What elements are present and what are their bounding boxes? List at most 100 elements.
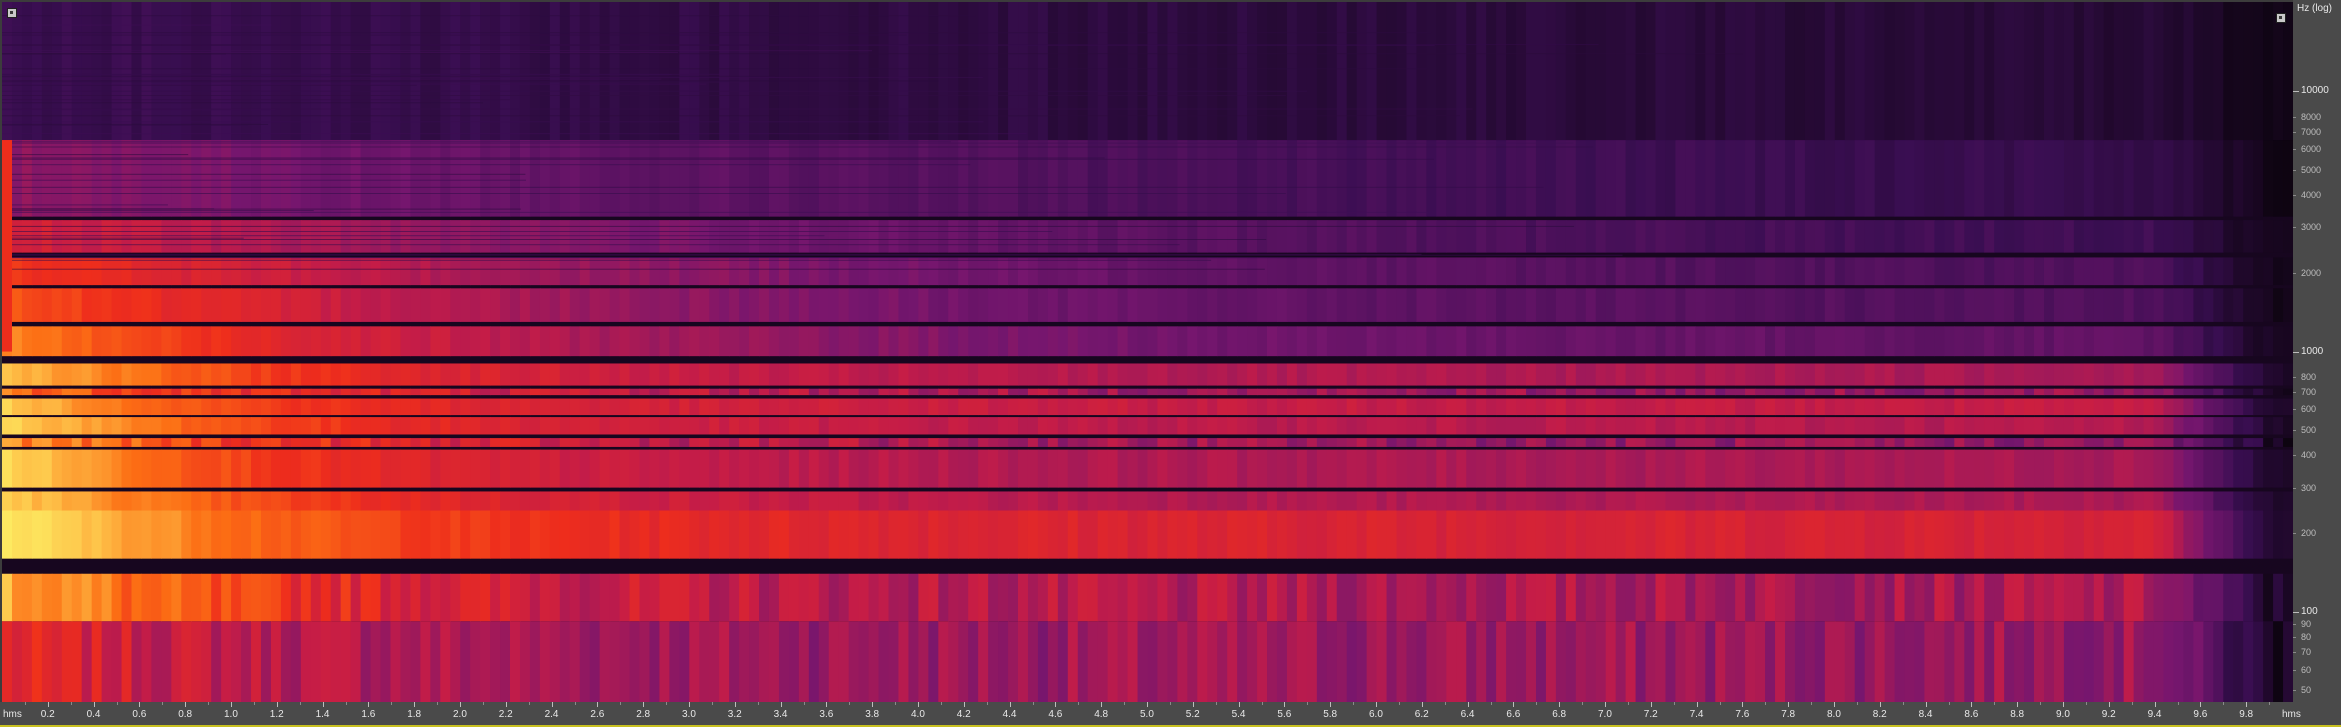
spectral-cell bbox=[1725, 510, 1736, 559]
spectral-cell bbox=[579, 220, 591, 253]
spectral-cell bbox=[2193, 326, 2204, 357]
spectral-cell bbox=[629, 257, 641, 286]
spectral-cell bbox=[549, 363, 561, 386]
spectral-cell bbox=[1087, 573, 1099, 622]
spectral-cell bbox=[1486, 398, 1497, 416]
spectral-cell bbox=[1197, 257, 1208, 286]
harmonic-streak bbox=[2, 125, 248, 126]
spectral-cell bbox=[908, 220, 919, 253]
spectral-cell bbox=[1964, 363, 1975, 386]
spectral-cell bbox=[2253, 417, 2264, 435]
top-right-corner-button[interactable] bbox=[2276, 13, 2286, 23]
spectral-cell bbox=[450, 573, 461, 622]
spectrogram-view[interactable] bbox=[2, 2, 2293, 702]
harmonic-streak bbox=[2, 254, 1623, 256]
spectral-cell bbox=[1127, 573, 1139, 622]
spectral-cell bbox=[1864, 573, 1876, 622]
spectral-cell bbox=[1177, 449, 1188, 488]
spectral-cell bbox=[1535, 140, 1547, 217]
spectral-cell bbox=[1137, 326, 1149, 357]
spectral-cell bbox=[1426, 438, 1437, 447]
spectral-cell bbox=[1087, 2, 1099, 141]
spectral-cell bbox=[2283, 363, 2293, 386]
spectral-cell bbox=[2133, 2, 2145, 141]
spectral-cell bbox=[529, 2, 541, 141]
spectral-cell bbox=[1665, 398, 1677, 416]
harmonic-streak bbox=[2, 83, 707, 85]
harmonic-streak bbox=[2, 231, 1053, 232]
spectral-cell bbox=[1735, 288, 1746, 322]
spectral-cell bbox=[1635, 257, 1647, 286]
spectral-cell bbox=[1416, 491, 1427, 511]
spectral-cell bbox=[1555, 288, 1567, 322]
spectral-cell bbox=[868, 438, 880, 447]
spectral-cell bbox=[928, 573, 939, 622]
spectral-cell bbox=[569, 438, 581, 447]
spectral-cell bbox=[1177, 510, 1188, 559]
spectral-cell bbox=[619, 510, 631, 559]
spectral-cell bbox=[91, 449, 103, 488]
time-tick bbox=[528, 702, 530, 705]
spectral-cell bbox=[1476, 326, 1487, 357]
spectral-cell bbox=[1565, 288, 1577, 322]
spectral-cell bbox=[290, 491, 302, 511]
spectral-cell bbox=[749, 257, 760, 286]
spectral-cell bbox=[2183, 220, 2194, 253]
spectral-cell bbox=[1595, 220, 1607, 253]
spectral-cell bbox=[440, 491, 451, 511]
spectral-cell bbox=[1117, 363, 1129, 386]
spectral-cell bbox=[1107, 573, 1119, 622]
spectral-cell bbox=[1804, 573, 1816, 622]
spectral-cell bbox=[1844, 140, 1856, 217]
spectral-cell bbox=[1864, 417, 1876, 435]
spectral-cell bbox=[51, 510, 63, 559]
spectral-cell bbox=[1476, 417, 1487, 435]
spectral-cell bbox=[11, 510, 23, 559]
spectral-cell bbox=[1406, 398, 1418, 416]
spectral-cell bbox=[689, 388, 700, 396]
spectral-cell bbox=[2014, 573, 2025, 622]
spectral-cell bbox=[2203, 257, 2214, 286]
spectral-cell bbox=[1127, 438, 1139, 447]
spectral-cell bbox=[1027, 438, 1039, 447]
spectrogram-image[interactable] bbox=[2, 2, 2293, 702]
spectral-cell bbox=[2063, 220, 2075, 253]
spectral-cell bbox=[2263, 363, 2274, 386]
spectral-cell bbox=[211, 449, 222, 488]
spectral-cell bbox=[1037, 417, 1049, 435]
spectral-cell bbox=[1705, 363, 1716, 386]
spectral-cell bbox=[121, 398, 133, 416]
spectral-cell bbox=[848, 257, 860, 286]
spectral-cell bbox=[888, 326, 900, 357]
spectral-cell bbox=[470, 491, 481, 511]
spectral-cell bbox=[978, 621, 989, 702]
spectral-cell bbox=[340, 510, 352, 559]
spectral-cell bbox=[1595, 363, 1607, 386]
top-left-corner-button[interactable] bbox=[7, 8, 17, 18]
spectral-cell bbox=[808, 288, 820, 322]
spectral-cell bbox=[1894, 388, 1906, 396]
spectral-cell bbox=[1994, 363, 2005, 386]
spectral-cell bbox=[2123, 140, 2135, 217]
spectral-cell bbox=[609, 363, 621, 386]
spectral-cell bbox=[1765, 257, 1776, 286]
spectral-cell bbox=[61, 363, 73, 386]
spectral-cell bbox=[838, 417, 850, 435]
spectral-cell bbox=[559, 449, 571, 488]
spectral-cell bbox=[1296, 621, 1308, 702]
spectral-cell bbox=[2163, 438, 2175, 447]
time-tick bbox=[597, 702, 599, 707]
spectral-cell bbox=[679, 257, 690, 286]
spectral-cell bbox=[1615, 326, 1627, 357]
spectral-cell bbox=[1446, 621, 1457, 702]
spectral-cell bbox=[1645, 326, 1657, 357]
spectral-cell bbox=[2004, 510, 2015, 559]
spectral-cell bbox=[1247, 140, 1258, 217]
spectral-cell bbox=[31, 438, 43, 447]
spectral-cell bbox=[529, 398, 541, 416]
time-label: 2.8 bbox=[636, 709, 651, 720]
spectral-cell bbox=[1157, 326, 1169, 357]
spectral-cell bbox=[788, 449, 800, 488]
spectral-cell bbox=[798, 449, 810, 488]
time-tick bbox=[70, 702, 72, 705]
